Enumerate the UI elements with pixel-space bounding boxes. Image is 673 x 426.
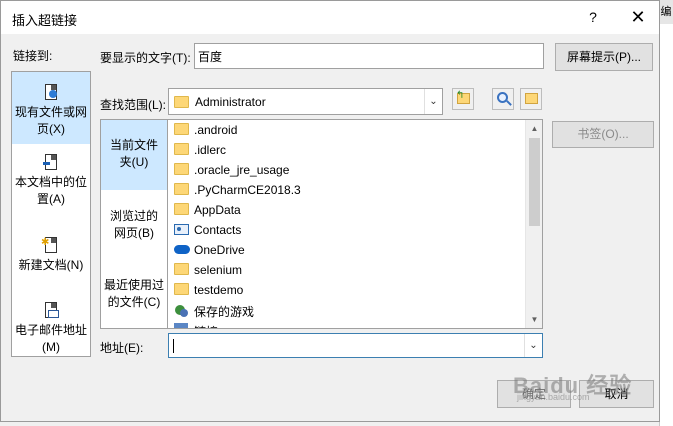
screentip-button[interactable]: 屏幕提示(P)... (555, 43, 653, 71)
list-item[interactable]: testdemo (171, 280, 526, 300)
background-window: 编 (659, 0, 673, 426)
help-button[interactable]: ? (579, 4, 607, 30)
email-icon (43, 302, 59, 320)
nav-label-line2: 页(X) (37, 122, 65, 136)
document-web-icon (43, 84, 59, 102)
tab-label-line2: 的文件(C) (107, 295, 161, 309)
tab-label-line1: 最近使用过 (103, 278, 164, 292)
folder-icon (174, 123, 189, 135)
up-arrow-icon: ↰ (456, 90, 465, 101)
text-to-display-input[interactable]: 百度 (194, 43, 544, 69)
link-to-panel: 现有文件或网 页(X) 本文档中的位 置(A) ✱ 新建文档(N) 电子邮件地址… (11, 71, 91, 357)
nav-label-line1: 本文档中的位 (14, 175, 87, 189)
nav-create-new-document[interactable]: ✱ 新建文档(N) (12, 237, 90, 277)
tab-label-line2: 夹(U) (119, 155, 149, 169)
scrollbar-thumb[interactable] (529, 138, 540, 226)
tab-recent-files[interactable]: 最近使用过 的文件(C) (101, 277, 167, 317)
look-in-label: 查找范围(L): (100, 98, 167, 112)
file-list[interactable]: .android .idlerc .oracle_jre_usage .PyCh… (167, 119, 543, 329)
browse-file-button[interactable] (520, 88, 542, 110)
look-in-dropdown[interactable]: Administrator ⌄ (168, 88, 443, 115)
title-bar: 插入超链接 ? ✕ (1, 1, 659, 34)
list-item[interactable]: .android (171, 120, 526, 140)
folder-icon (174, 203, 189, 215)
list-item[interactable]: 保存的游戏 (171, 300, 526, 320)
text-to-display-label: 要显示的文字(T): (100, 51, 191, 65)
background-tab: 编 (659, 0, 673, 24)
browse-web-button[interactable] (492, 88, 514, 110)
tab-current-folder[interactable]: 当前文件 夹(U) (101, 120, 167, 190)
folder-icon (174, 263, 189, 275)
folder-icon (174, 96, 189, 108)
list-item[interactable]: 链接 (171, 320, 526, 328)
nav-label-line2: 置(A) (37, 192, 65, 206)
nav-place-in-document[interactable]: 本文档中的位 置(A) (12, 154, 90, 214)
onedrive-icon (174, 245, 190, 254)
list-item[interactable]: .idlerc (171, 140, 526, 160)
look-in-value: Administrator (195, 95, 266, 109)
folder-icon (174, 183, 189, 195)
list-item[interactable]: .PyCharmCE2018.3 (171, 180, 526, 200)
browse-source-panel: 当前文件 夹(U) 浏览过的 网页(B) 最近使用过 的文件(C) (100, 119, 167, 329)
address-input[interactable]: ⌄ (168, 333, 543, 358)
links-icon (174, 323, 188, 328)
dialog-title: 插入超链接 (12, 13, 78, 28)
list-item[interactable]: OneDrive (171, 240, 526, 260)
document-place-icon (43, 154, 59, 172)
list-item[interactable]: selenium (171, 260, 526, 280)
text-caret (173, 339, 174, 353)
bookmark-button[interactable]: 书签(O)... (552, 121, 654, 148)
close-button[interactable]: ✕ (623, 4, 653, 30)
nav-label-line1: 电子邮件地址 (14, 323, 87, 337)
open-folder-icon (525, 93, 538, 104)
folder-icon (174, 283, 189, 295)
new-document-icon: ✱ (41, 237, 59, 255)
contacts-icon (174, 224, 189, 235)
folder-icon (174, 143, 189, 155)
list-item[interactable]: .oracle_jre_usage (171, 160, 526, 180)
nav-label-line1: 新建文档(N) (18, 258, 84, 272)
insert-hyperlink-dialog: 插入超链接 ? ✕ 链接到: 现有文件或网 页(X) 本文档中的位 置(A) ✱… (0, 0, 660, 422)
address-label: 地址(E): (100, 341, 144, 355)
tab-label-line1: 当前文件 (109, 138, 158, 152)
nav-email-address[interactable]: 电子邮件地址 (M) (12, 302, 90, 357)
list-item[interactable]: AppData (171, 200, 526, 220)
nav-label-line2: (M) (42, 340, 60, 354)
nav-label-line1: 现有文件或网 (14, 105, 87, 119)
folder-icon (174, 163, 189, 175)
tab-label-line1: 浏览过的 (109, 209, 158, 223)
saved-games-icon (174, 303, 188, 317)
scroll-down-icon[interactable]: ▼ (526, 311, 542, 328)
chevron-down-icon[interactable]: ⌄ (424, 89, 442, 114)
link-to-label: 链接到: (13, 49, 53, 63)
tab-label-line2: 网页(B) (114, 226, 154, 240)
tab-browsed-pages[interactable]: 浏览过的 网页(B) (101, 208, 167, 248)
nav-existing-file-or-web-page[interactable]: 现有文件或网 页(X) (12, 72, 90, 144)
watermark-url: jingyan.baidu.com (517, 392, 590, 402)
list-item[interactable]: Contacts (171, 220, 526, 240)
up-one-folder-button[interactable]: ↰ (452, 88, 474, 110)
chevron-down-icon[interactable]: ⌄ (524, 334, 542, 357)
file-list-scrollbar[interactable]: ▲ ▼ (525, 120, 542, 328)
scroll-up-icon[interactable]: ▲ (526, 120, 542, 137)
